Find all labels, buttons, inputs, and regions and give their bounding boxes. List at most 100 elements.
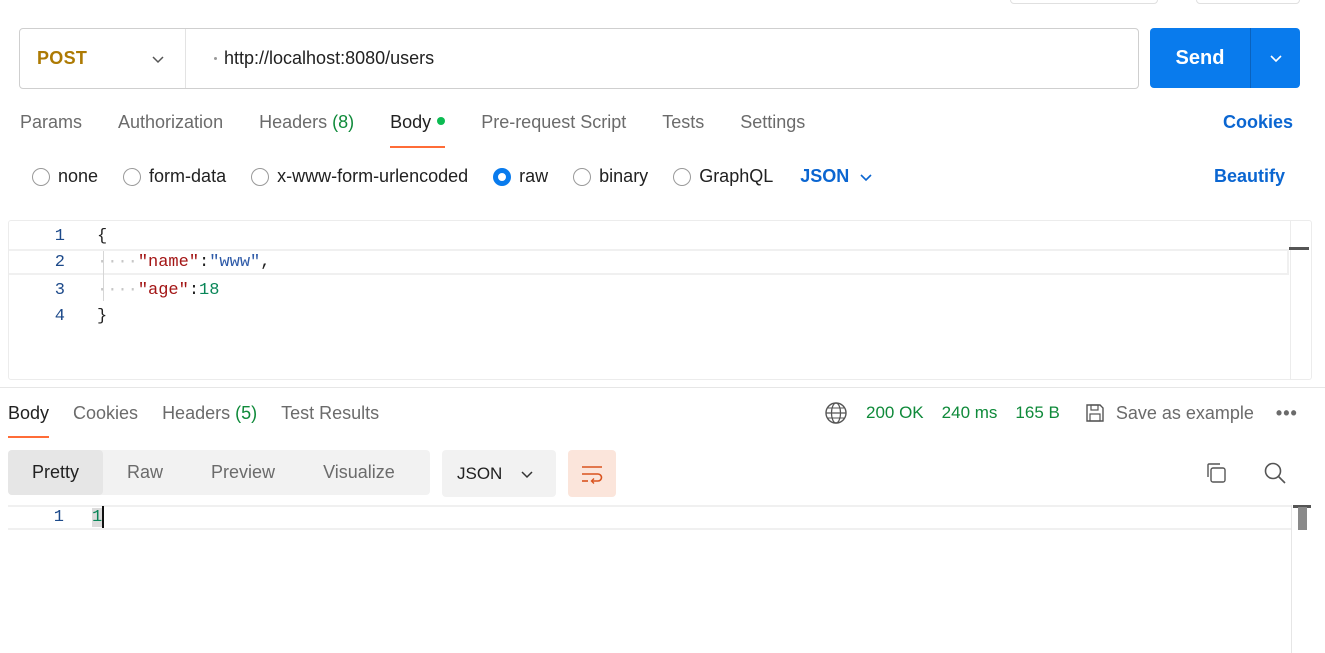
tab-label: Settings	[740, 112, 806, 132]
json-number-value: 18	[199, 280, 220, 300]
response-tabs: Body Cookies Headers (5) Test Results	[8, 403, 403, 438]
radio-urlencoded[interactable]: x-www-form-urlencoded	[251, 166, 468, 187]
method-dropdown[interactable]: POST	[20, 29, 186, 88]
top-toolbar-toggle[interactable]	[1196, 0, 1300, 4]
json-colon: :	[188, 280, 200, 300]
tab-body[interactable]: Body	[390, 112, 446, 148]
radio-raw[interactable]: raw	[493, 166, 548, 187]
json-colon: :	[199, 252, 210, 272]
response-size[interactable]: 165 B	[1015, 403, 1059, 423]
pane-divider[interactable]	[0, 387, 1325, 388]
tab-label: Body	[8, 403, 50, 423]
request-tabs: Params Authorization Headers (8) Body Pr…	[20, 112, 841, 148]
editor-scrollbar-track	[1290, 221, 1291, 379]
radio-form-data[interactable]: form-data	[123, 166, 226, 187]
radio-none[interactable]: none	[32, 166, 98, 187]
wrap-lines-icon	[582, 465, 603, 484]
cookies-link[interactable]: Cookies	[1223, 112, 1293, 133]
tab-tests[interactable]: Tests	[662, 112, 704, 148]
method-label: POST	[37, 48, 88, 68]
code-line: 3 ····"age":18	[9, 277, 1289, 303]
radio-label: binary	[599, 166, 649, 186]
search-icon[interactable]	[1263, 461, 1287, 485]
send-options-button[interactable]	[1250, 28, 1300, 88]
save-example-label: Save as example	[1115, 402, 1254, 423]
radio-label: x-www-form-urlencoded	[277, 166, 469, 186]
more-options-icon[interactable]: •••	[1276, 403, 1298, 424]
tab-pre-request-script[interactable]: Pre-request Script	[481, 112, 626, 148]
tab-label: Test Results	[281, 403, 380, 423]
tab-label: Params	[20, 112, 83, 132]
request-url-bar: POST http://localhost:8080/users	[19, 28, 1139, 89]
radio-circle-selected	[493, 167, 512, 186]
view-raw[interactable]: Raw	[103, 450, 187, 495]
response-scrollbar-thumb[interactable]	[1298, 507, 1307, 530]
tab-label: Cookies	[73, 403, 139, 423]
radio-circle	[573, 167, 592, 186]
request-body-editor[interactable]: 1 { 2 ····"name":"www", 3 ····"age":18 4…	[8, 220, 1312, 380]
response-value: 1	[92, 508, 103, 527]
indent-guide	[103, 251, 104, 301]
tab-label: Authorization	[118, 112, 224, 132]
tab-authorization[interactable]: Authorization	[118, 112, 223, 148]
resp-headers-count: (5)	[235, 403, 258, 423]
radio-circle	[251, 167, 270, 186]
resp-tab-headers[interactable]: Headers (5)	[162, 403, 257, 438]
view-visualize[interactable]: Visualize	[299, 450, 419, 495]
response-language-dropdown[interactable]: JSON	[442, 450, 556, 497]
chevron-down-icon	[152, 55, 164, 63]
chevron-down-icon	[521, 470, 533, 478]
radio-label: none	[58, 166, 99, 186]
json-comma: ,	[260, 252, 271, 272]
response-body-line[interactable]: 1 1	[8, 505, 1291, 530]
response-view-modes: Pretty Raw Preview Visualize	[8, 450, 430, 495]
globe-icon[interactable]	[824, 401, 848, 425]
code-text: {	[97, 227, 107, 246]
response-time[interactable]: 240 ms	[942, 403, 998, 423]
radio-binary[interactable]: binary	[573, 166, 648, 187]
json-key: "age"	[137, 280, 189, 300]
language-label: JSON	[800, 166, 850, 186]
status-code[interactable]: 200 OK	[866, 403, 924, 423]
send-label: Send	[1175, 46, 1225, 69]
chevron-down-icon	[1269, 55, 1282, 63]
resp-tab-cookies[interactable]: Cookies	[73, 403, 138, 438]
code-line: 1 {	[9, 223, 1289, 249]
wrap-lines-button[interactable]	[568, 450, 616, 497]
radio-label: raw	[519, 166, 549, 186]
top-toolbar-button[interactable]	[1010, 0, 1158, 4]
tab-params[interactable]: Params	[20, 112, 82, 148]
copy-icon[interactable]	[1204, 461, 1228, 485]
url-dot	[214, 57, 217, 60]
url-input[interactable]: http://localhost:8080/users	[186, 48, 434, 69]
response-scrollbar-track	[1291, 505, 1292, 653]
tab-label: Tests	[662, 112, 705, 132]
json-string-value: "www"	[209, 252, 261, 272]
radio-graphql[interactable]: GraphQL	[673, 166, 773, 187]
code-line-active: 2 ····"name":"www",	[9, 249, 1289, 275]
headers-count: (8)	[332, 112, 355, 132]
text-caret	[102, 506, 105, 528]
json-key: "name"	[137, 252, 200, 272]
resp-tab-test-results[interactable]: Test Results	[281, 403, 379, 438]
body-type-selector: none form-data x-www-form-urlencoded raw…	[32, 166, 873, 187]
code-text: ····"name":"www",	[97, 253, 270, 272]
view-pretty[interactable]: Pretty	[8, 450, 104, 495]
tab-label: Headers	[162, 403, 231, 423]
code-text: }	[97, 307, 107, 326]
resp-tab-body[interactable]: Body	[8, 403, 50, 438]
beautify-link[interactable]: Beautify	[1214, 166, 1285, 187]
body-language-dropdown[interactable]: JSON	[800, 166, 873, 187]
line-number: 2	[54, 252, 65, 272]
url-text: http://localhost:8080/users	[224, 48, 435, 68]
tab-headers[interactable]: Headers (8)	[259, 112, 354, 148]
code-line: 4 }	[9, 303, 1289, 329]
send-button[interactable]: Send	[1150, 28, 1300, 88]
save-as-example-button[interactable]: Save as example	[1084, 402, 1254, 424]
view-preview[interactable]: Preview	[187, 450, 299, 495]
tab-settings[interactable]: Settings	[740, 112, 805, 148]
brace-open: {	[97, 226, 108, 246]
editor-scrollbar-thumb[interactable]	[1289, 247, 1309, 250]
tab-label: Pre-request Script	[481, 112, 627, 132]
response-meta: 200 OK 240 ms 165 B Save as example •••	[824, 401, 1298, 425]
